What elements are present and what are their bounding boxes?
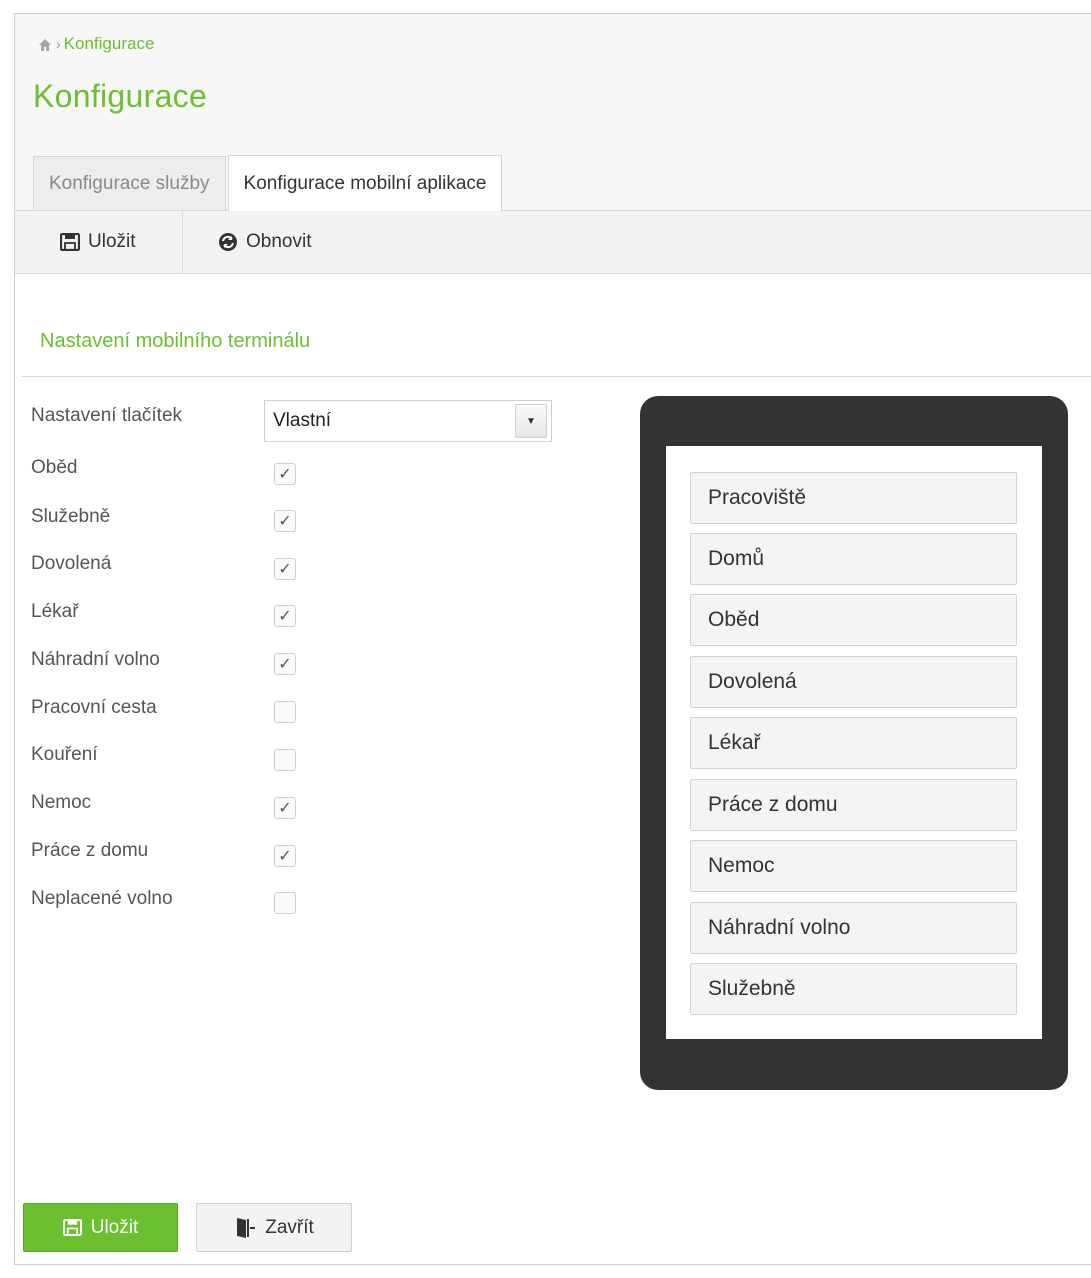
option-label-obed: Oběd xyxy=(31,457,78,478)
preview-button: Lékař xyxy=(690,717,1017,769)
button-setting-value: Vlastní xyxy=(273,410,332,431)
save-button-label: Uložit xyxy=(90,1216,139,1238)
option-label-pracovni-cesta: Pracovní cesta xyxy=(31,697,157,718)
checkbox-nemoc[interactable]: ✓ xyxy=(274,797,296,819)
save-icon xyxy=(60,233,80,251)
tab-bar: Konfigurace služby Konfigurace mobilní a… xyxy=(33,146,504,211)
toolbar-save-button[interactable]: Uložit xyxy=(15,211,183,273)
checkbox-sluzebne[interactable]: ✓ xyxy=(274,510,296,532)
checkbox-lekar[interactable]: ✓ xyxy=(274,605,296,627)
checkbox-dovolena[interactable]: ✓ xyxy=(274,558,296,580)
save-icon xyxy=(62,1219,82,1236)
option-label-lekar: Lékař xyxy=(31,601,79,622)
preview-button: Domů xyxy=(690,533,1017,585)
option-label-koureni: Kouření xyxy=(31,744,98,765)
preview-button: Oběd xyxy=(690,594,1017,646)
checkbox-obed[interactable]: ✓ xyxy=(274,463,296,485)
tab-service-config[interactable]: Konfigurace služby xyxy=(33,156,226,210)
button-setting-select[interactable]: Vlastní ▼ xyxy=(264,400,552,442)
checkbox-neplacene-volno[interactable] xyxy=(274,892,296,914)
section-divider xyxy=(22,376,1091,377)
refresh-icon xyxy=(219,233,237,251)
preview-button: Pracoviště xyxy=(690,472,1017,524)
option-label-prace-z-domu: Práce z domu xyxy=(31,840,149,861)
toolbar: Uložit Obnovit xyxy=(15,211,1091,274)
page-title: Konfigurace xyxy=(33,78,208,114)
preview-button: Nemoc xyxy=(690,840,1017,892)
preview-button: Práce z domu xyxy=(690,779,1017,831)
option-label-nahradni-volno: Náhradní volno xyxy=(31,649,160,670)
preview-button: Náhradní volno xyxy=(690,902,1017,954)
caret-down-icon: ▼ xyxy=(515,404,547,438)
preview-button: Služebně xyxy=(690,963,1017,1015)
option-label-sluzebne: Služebně xyxy=(31,506,111,527)
close-button-label: Zavřít xyxy=(265,1216,314,1238)
button-setting-label: Nastavení tlačítek xyxy=(31,405,183,426)
option-label-neplacene-volno: Neplacené volno xyxy=(31,888,173,909)
breadcrumb: › Konfigurace xyxy=(38,34,154,54)
toolbar-refresh-label: Obnovit xyxy=(246,231,312,252)
option-label-dovolena: Dovolená xyxy=(31,553,112,574)
toolbar-save-label: Uložit xyxy=(88,231,136,252)
close-button[interactable]: Zavřít xyxy=(196,1203,352,1252)
exit-door-icon xyxy=(237,1217,256,1238)
save-button[interactable]: Uložit xyxy=(23,1203,178,1252)
checkbox-koureni[interactable] xyxy=(274,749,296,771)
section-title: Nastavení mobilního terminálu xyxy=(40,330,311,352)
breadcrumb-current[interactable]: Konfigurace xyxy=(64,34,155,54)
checkbox-pracovni-cesta[interactable] xyxy=(274,701,296,723)
checkbox-nahradni-volno[interactable]: ✓ xyxy=(274,653,296,675)
checkbox-prace-z-domu[interactable]: ✓ xyxy=(274,845,296,867)
chevron-right-icon: › xyxy=(56,36,61,52)
home-icon[interactable] xyxy=(38,37,52,51)
toolbar-refresh-button[interactable]: Obnovit xyxy=(183,211,341,273)
preview-button: Dovolená xyxy=(690,656,1017,708)
tab-mobile-app-config[interactable]: Konfigurace mobilní aplikace xyxy=(227,155,503,211)
option-label-nemoc: Nemoc xyxy=(31,792,92,813)
